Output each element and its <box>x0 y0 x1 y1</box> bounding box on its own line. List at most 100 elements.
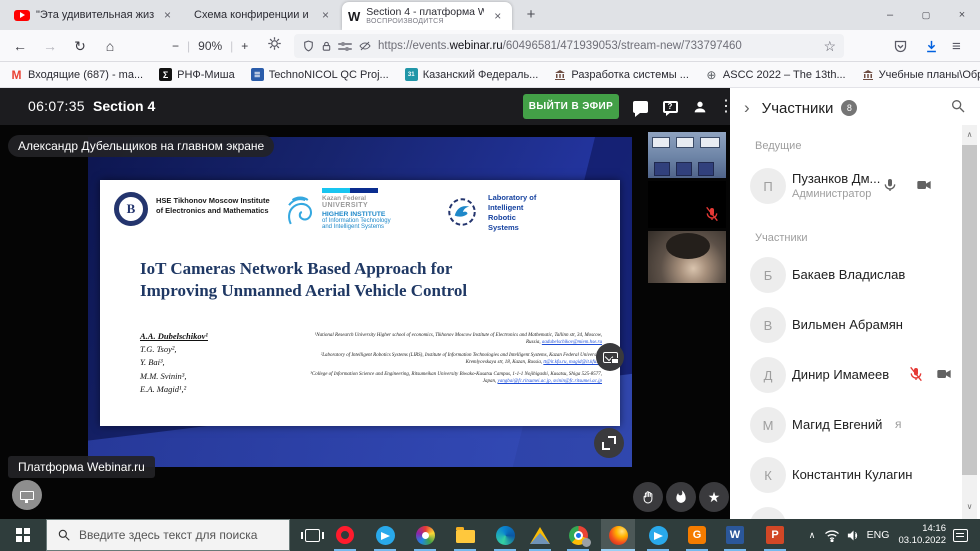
video-thumbnail-camera-off[interactable] <box>648 181 726 228</box>
tab-close-icon[interactable]: × <box>164 8 171 22</box>
collapse-panel-icon[interactable]: › <box>744 98 750 118</box>
zoom-control: − | 90% | + <box>172 35 248 57</box>
taskbar-search-input[interactable]: Введите здесь текст для поиска <box>46 519 290 551</box>
bookmark-ascc[interactable]: ⊕ASCC 2022 – The 13th... <box>705 68 846 81</box>
raise-hand-button[interactable] <box>633 482 663 512</box>
browser-tab-bar: "Эта удивительная жизнь" - Po × Схема ко… <box>0 0 980 30</box>
tab-scheme[interactable]: Схема конфиренции и онлайн × <box>188 0 340 30</box>
mic-icon[interactable] <box>882 177 900 195</box>
participant-row[interactable]: Д Динир Имамеев <box>730 357 962 401</box>
screen-share-video[interactable]: В HSE Tikhonov Moscow Institute of Elect… <box>88 137 632 467</box>
tracking-shield-icon[interactable] <box>302 39 315 53</box>
fullscreen-button[interactable] <box>594 428 624 458</box>
participant-row[interactable]: М Магид Евгений я <box>730 407 962 451</box>
camera-blocked-icon[interactable] <box>358 40 372 52</box>
tab-close-icon[interactable]: × <box>494 9 501 23</box>
start-button[interactable] <box>0 519 46 551</box>
taskbar-app-explorer[interactable] <box>448 519 482 551</box>
reactions-star-button[interactable]: ★ <box>699 482 729 512</box>
taskbar-app-telegram[interactable] <box>368 519 402 551</box>
url-bar[interactable]: https://events.webinar.ru/60496581/47193… <box>294 34 844 58</box>
participant-row[interactable]: В Вильмен Абрамян <box>730 307 962 351</box>
tab-youtube[interactable]: "Эта удивительная жизнь" - Po × <box>8 0 180 30</box>
firefox-icon <box>609 526 628 545</box>
taskbar-app-g[interactable]: G <box>680 519 714 551</box>
bookmark-technonicol[interactable]: ≣TechnoNICOL QC Proj... <box>251 68 389 81</box>
action-center-icon[interactable] <box>950 519 970 551</box>
gear-icon[interactable] <box>262 35 286 57</box>
bookmark-star-icon[interactable]: ☆ <box>823 38 836 55</box>
opera-icon <box>336 526 354 544</box>
tab-close-icon[interactable]: × <box>322 8 329 22</box>
bookmark-razrabotka[interactable]: Разработка системы ... <box>554 69 689 81</box>
chat-icon[interactable] <box>630 97 650 117</box>
bookmark-rnf[interactable]: ΣРНФ-Миша <box>159 68 235 81</box>
window-minimize-button[interactable]: – <box>872 0 908 30</box>
taskbar-app-telegram-2[interactable] <box>641 519 675 551</box>
wifi-icon[interactable] <box>822 519 842 551</box>
paint-palette-icon <box>416 526 435 545</box>
lock-icon[interactable] <box>321 40 332 53</box>
search-placeholder: Введите здесь текст для поиска <box>79 528 257 542</box>
globe-icon: ⊕ <box>705 68 718 81</box>
scroll-up-icon[interactable]: ∧ <box>962 128 977 142</box>
pip-icon <box>603 352 618 363</box>
taskbar-app-word[interactable]: W <box>718 519 752 551</box>
taskbar-app-powerpoint[interactable]: P <box>758 519 792 551</box>
bookmark-kfu[interactable]: 31Казанский Федераль... <box>405 68 539 81</box>
drive-triangle-icon <box>530 527 550 544</box>
participant-name: Константин Кулагин <box>792 467 913 482</box>
zoom-out-button[interactable]: − <box>172 39 179 53</box>
taskbar-app-firefox-active[interactable] <box>601 519 635 551</box>
participant-row-partial[interactable] <box>730 507 962 519</box>
bookmark-plans[interactable]: Учебные планы\Обр... <box>862 69 980 81</box>
menu-icon[interactable]: ≡ <box>952 35 961 57</box>
new-tab-button[interactable]: + <box>520 4 542 26</box>
taskbar-app-edge[interactable] <box>488 519 522 551</box>
reload-icon[interactable]: ↻ <box>68 35 92 57</box>
tray-chevron-icon[interactable]: ∧ <box>804 519 820 551</box>
window-maximize-button[interactable]: ▢ <box>908 0 944 30</box>
forward-icon[interactable]: → <box>38 35 62 57</box>
bookmark-gmail[interactable]: MВходящие (687) - ma... <box>10 68 143 81</box>
clock[interactable]: 14:1603.10.2022 <box>894 519 946 551</box>
language-indicator[interactable]: ENG <box>864 519 892 551</box>
taskbar-app-chrome[interactable] <box>561 519 595 551</box>
zoom-in-button[interactable]: + <box>241 39 248 53</box>
scroll-down-icon[interactable]: ∨ <box>962 500 977 514</box>
muted-mic-icon[interactable] <box>908 366 926 384</box>
camera-icon[interactable] <box>935 366 953 384</box>
pocket-icon[interactable] <box>893 35 908 57</box>
document-icon: ≣ <box>251 68 264 81</box>
video-thumbnail-person[interactable] <box>648 231 726 283</box>
taskbar-app-drive[interactable] <box>523 519 557 551</box>
window-close-button[interactable]: × <box>944 0 980 30</box>
task-view-button[interactable] <box>295 519 329 551</box>
video-stage: В HSE Tikhonov Moscow Institute of Elect… <box>0 125 730 519</box>
zoom-level[interactable]: 90% <box>198 39 222 53</box>
bank-icon <box>862 69 874 81</box>
search-icon[interactable] <box>950 98 966 119</box>
participant-row-host[interactable]: П Пузанков Дм... Администратор <box>730 168 962 212</box>
volume-icon[interactable] <box>843 519 863 551</box>
downloads-icon[interactable] <box>924 35 939 57</box>
screen-share-button[interactable] <box>12 480 42 510</box>
picture-in-picture-button[interactable] <box>596 343 624 371</box>
participant-row[interactable]: К Константин Кулагин <box>730 457 962 501</box>
video-thumbnail-lab-room[interactable] <box>648 132 726 178</box>
go-live-button[interactable]: ВЫЙТИ В ЭФИР <box>523 94 619 119</box>
back-icon[interactable]: ← <box>8 35 32 57</box>
home-icon[interactable]: ⌂ <box>98 35 122 57</box>
participants-icon[interactable] <box>690 97 710 117</box>
participant-row[interactable]: Б Бакаев Владислав <box>730 257 962 301</box>
scrollbar-thumb[interactable] <box>962 145 977 475</box>
hosts-section-label: Ведущие <box>755 140 801 152</box>
url-text[interactable]: https://events.webinar.ru/60496581/47193… <box>378 40 817 52</box>
taskbar-app-opera[interactable] <box>328 519 362 551</box>
reactions-fire-button[interactable] <box>666 482 696 512</box>
camera-icon[interactable] <box>915 177 933 195</box>
questions-icon[interactable]: ? <box>660 97 680 117</box>
permissions-icon[interactable] <box>338 41 352 51</box>
taskbar-app-paint[interactable] <box>408 519 442 551</box>
tab-webinar-active[interactable]: W Section 4 - платформа Webinar ВОСПРОИЗ… <box>342 2 512 30</box>
